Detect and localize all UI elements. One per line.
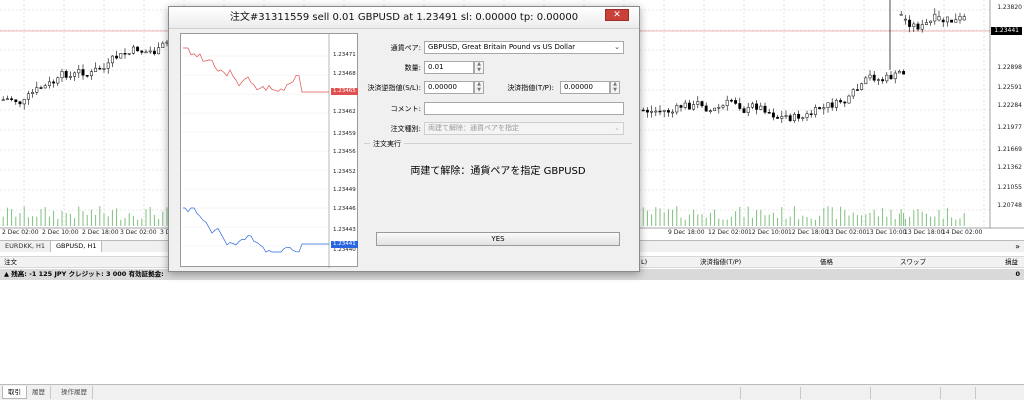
col-swap[interactable]: スワップ [900, 257, 926, 268]
tab-gbpusd[interactable]: GBPUSD, H1 [50, 241, 103, 252]
type-label: 注文種別: [390, 125, 421, 133]
tp-label: 決済指値(T/P): [507, 84, 554, 92]
terminal-tabs: 取引 履歴 操作履歴 [0, 384, 1024, 400]
execution-group-title: 注文実行 [370, 139, 404, 149]
tab-trade[interactable]: 取引 [2, 386, 27, 399]
status-segment [975, 387, 1024, 399]
time-axis-label: 2 Dec 02:00 [2, 229, 39, 236]
down-arrow-icon[interactable]: ▼ [475, 87, 483, 94]
yes-button[interactable]: YES [376, 232, 620, 246]
close-button[interactable]: ✕ [605, 9, 629, 21]
balance-profit: 0 [1015, 270, 1020, 278]
price-axis-label: 1.22284 [997, 102, 1022, 109]
tick-axis-label: 1.23459 [333, 131, 356, 137]
time-axis-label: 9 Dec 18:00 [668, 229, 705, 236]
price-axis-label: 1.21362 [997, 164, 1022, 171]
status-segment [870, 387, 940, 399]
price-axis-label: 1.23820 [997, 4, 1022, 11]
sl-label: 決済逆指値(S/L): [367, 84, 421, 92]
volume-label: 数量: [404, 64, 421, 72]
ask-price-tag: 1.23465 [331, 88, 358, 95]
tick-axis-label: 1.23449 [333, 187, 356, 193]
status-segment [940, 387, 975, 399]
tabs-scroll-arrow[interactable]: » [1015, 241, 1020, 252]
down-arrow-icon[interactable]: ▼ [475, 67, 483, 74]
time-axis-label: 12 Dec 18:00 [788, 229, 829, 236]
col-sl[interactable]: L) [641, 257, 647, 268]
sl-stepper[interactable]: ▲ ▼ [474, 81, 484, 94]
tp-stepper[interactable]: ▲ ▼ [610, 81, 620, 94]
volume-stepper[interactable]: ▲ ▼ [474, 61, 484, 74]
balance-text: ▲ 残高: -1 125 JPY クレジット: 3 000 有効証拠金: [4, 270, 164, 278]
tick-axis-label: 1.23452 [333, 169, 356, 175]
tick-axis-label: 1.23462 [333, 109, 356, 115]
execution-group: 注文実行 両建て解除：通貨ペアを指定 GBPUSD YES [364, 139, 632, 265]
price-axis-label: 1.20748 [997, 202, 1022, 209]
terminal-window: 1.23820 1.22898 1.22591 1.22284 1.21977 1.216… [0, 0, 1024, 400]
tab-history[interactable]: 履歴 [27, 386, 51, 399]
tab-eurdkk[interactable]: EURDKK, H1 [0, 241, 52, 252]
symbol-label: 通貨ペア: [390, 44, 421, 52]
chevron-down-icon: ⌄ [614, 124, 620, 132]
tick-axis-label: 1.23446 [333, 206, 356, 212]
time-axis-label: 12 Dec 10:00 [748, 229, 789, 236]
col-profit[interactable]: 損益 [1005, 257, 1018, 268]
status-segment [740, 387, 800, 399]
time-axis-label: 2 Dec 18:00 [82, 229, 119, 236]
terminal-panel: 注文 L) 決済指値(T/P) 価格 スワップ 損益 ▲ 残高: -1 125 … [0, 252, 1024, 400]
col-tp[interactable]: 決済指値(T/P) [700, 257, 741, 268]
price-axis-label: 1.21055 [997, 184, 1022, 191]
col-order[interactable]: 注文 [4, 257, 17, 268]
time-axis-label: 12 Dec 02:00 [708, 229, 749, 236]
tab-journal[interactable]: 操作履歴 [56, 386, 93, 399]
volume-input[interactable]: 0.01 [424, 61, 474, 74]
order-dialog: 注文#31311559 sell 0.01 GBPUSD at 1.23491 … [168, 6, 640, 272]
price-axis-label: 1.22898 [997, 64, 1022, 71]
time-axis-label: 14 Dec 02:00 [942, 229, 983, 236]
time-axis-label: 2 Dec 10:00 [42, 229, 79, 236]
down-arrow-icon[interactable]: ▼ [611, 87, 619, 94]
order-form: 通貨ペア: GBPUSD, Great Britain Pound vs US … [364, 33, 634, 267]
symbol-value: GBPUSD, Great Britain Pound vs US Dollar [428, 43, 576, 51]
price-axis-label: 1.22591 [997, 84, 1022, 91]
chevron-down-icon: ⌄ [614, 43, 620, 51]
time-axis-label: 13 Dec 18:00 [904, 229, 945, 236]
time-axis-label: 3 Dec 02:00 [120, 229, 157, 236]
dialog-title: 注文#31311559 sell 0.01 GBPUSD at 1.23491 … [169, 7, 639, 29]
price-axis-label: 1.21669 [997, 146, 1022, 153]
tp-input[interactable]: 0.00000 [560, 81, 610, 94]
tick-chart: 1.23471 1.23468 1.23462 1.23459 1.23456 1.234… [180, 33, 358, 268]
time-axis-label: 13 Dec 02:00 [826, 229, 867, 236]
bid-price-tag: 1.23441 [331, 241, 358, 248]
tick-axis-label: 1.23443 [333, 227, 356, 233]
tick-axis-label: 1.23456 [333, 149, 356, 155]
tick-axis-label: 1.23471 [333, 52, 356, 58]
time-axis-label: 13 Dec 10:00 [866, 229, 907, 236]
type-value: 両建て解除：通貨ペアを指定 [428, 124, 519, 132]
col-price[interactable]: 価格 [820, 257, 833, 268]
current-price-tag: 1.23441 [991, 27, 1022, 35]
price-axis-label: 1.21977 [997, 124, 1022, 131]
type-select[interactable]: 両建て解除：通貨ペアを指定 ⌄ [424, 122, 624, 135]
sl-input[interactable]: 0.00000 [424, 81, 474, 94]
comment-label: コメント: [390, 105, 421, 113]
status-segment [800, 387, 870, 399]
execution-message: 両建て解除：通貨ペアを指定 GBPUSD [410, 166, 586, 177]
comment-input[interactable] [424, 102, 624, 115]
tick-axis-label: 1.23468 [333, 71, 356, 77]
symbol-select[interactable]: GBPUSD, Great Britain Pound vs US Dollar… [424, 41, 624, 54]
